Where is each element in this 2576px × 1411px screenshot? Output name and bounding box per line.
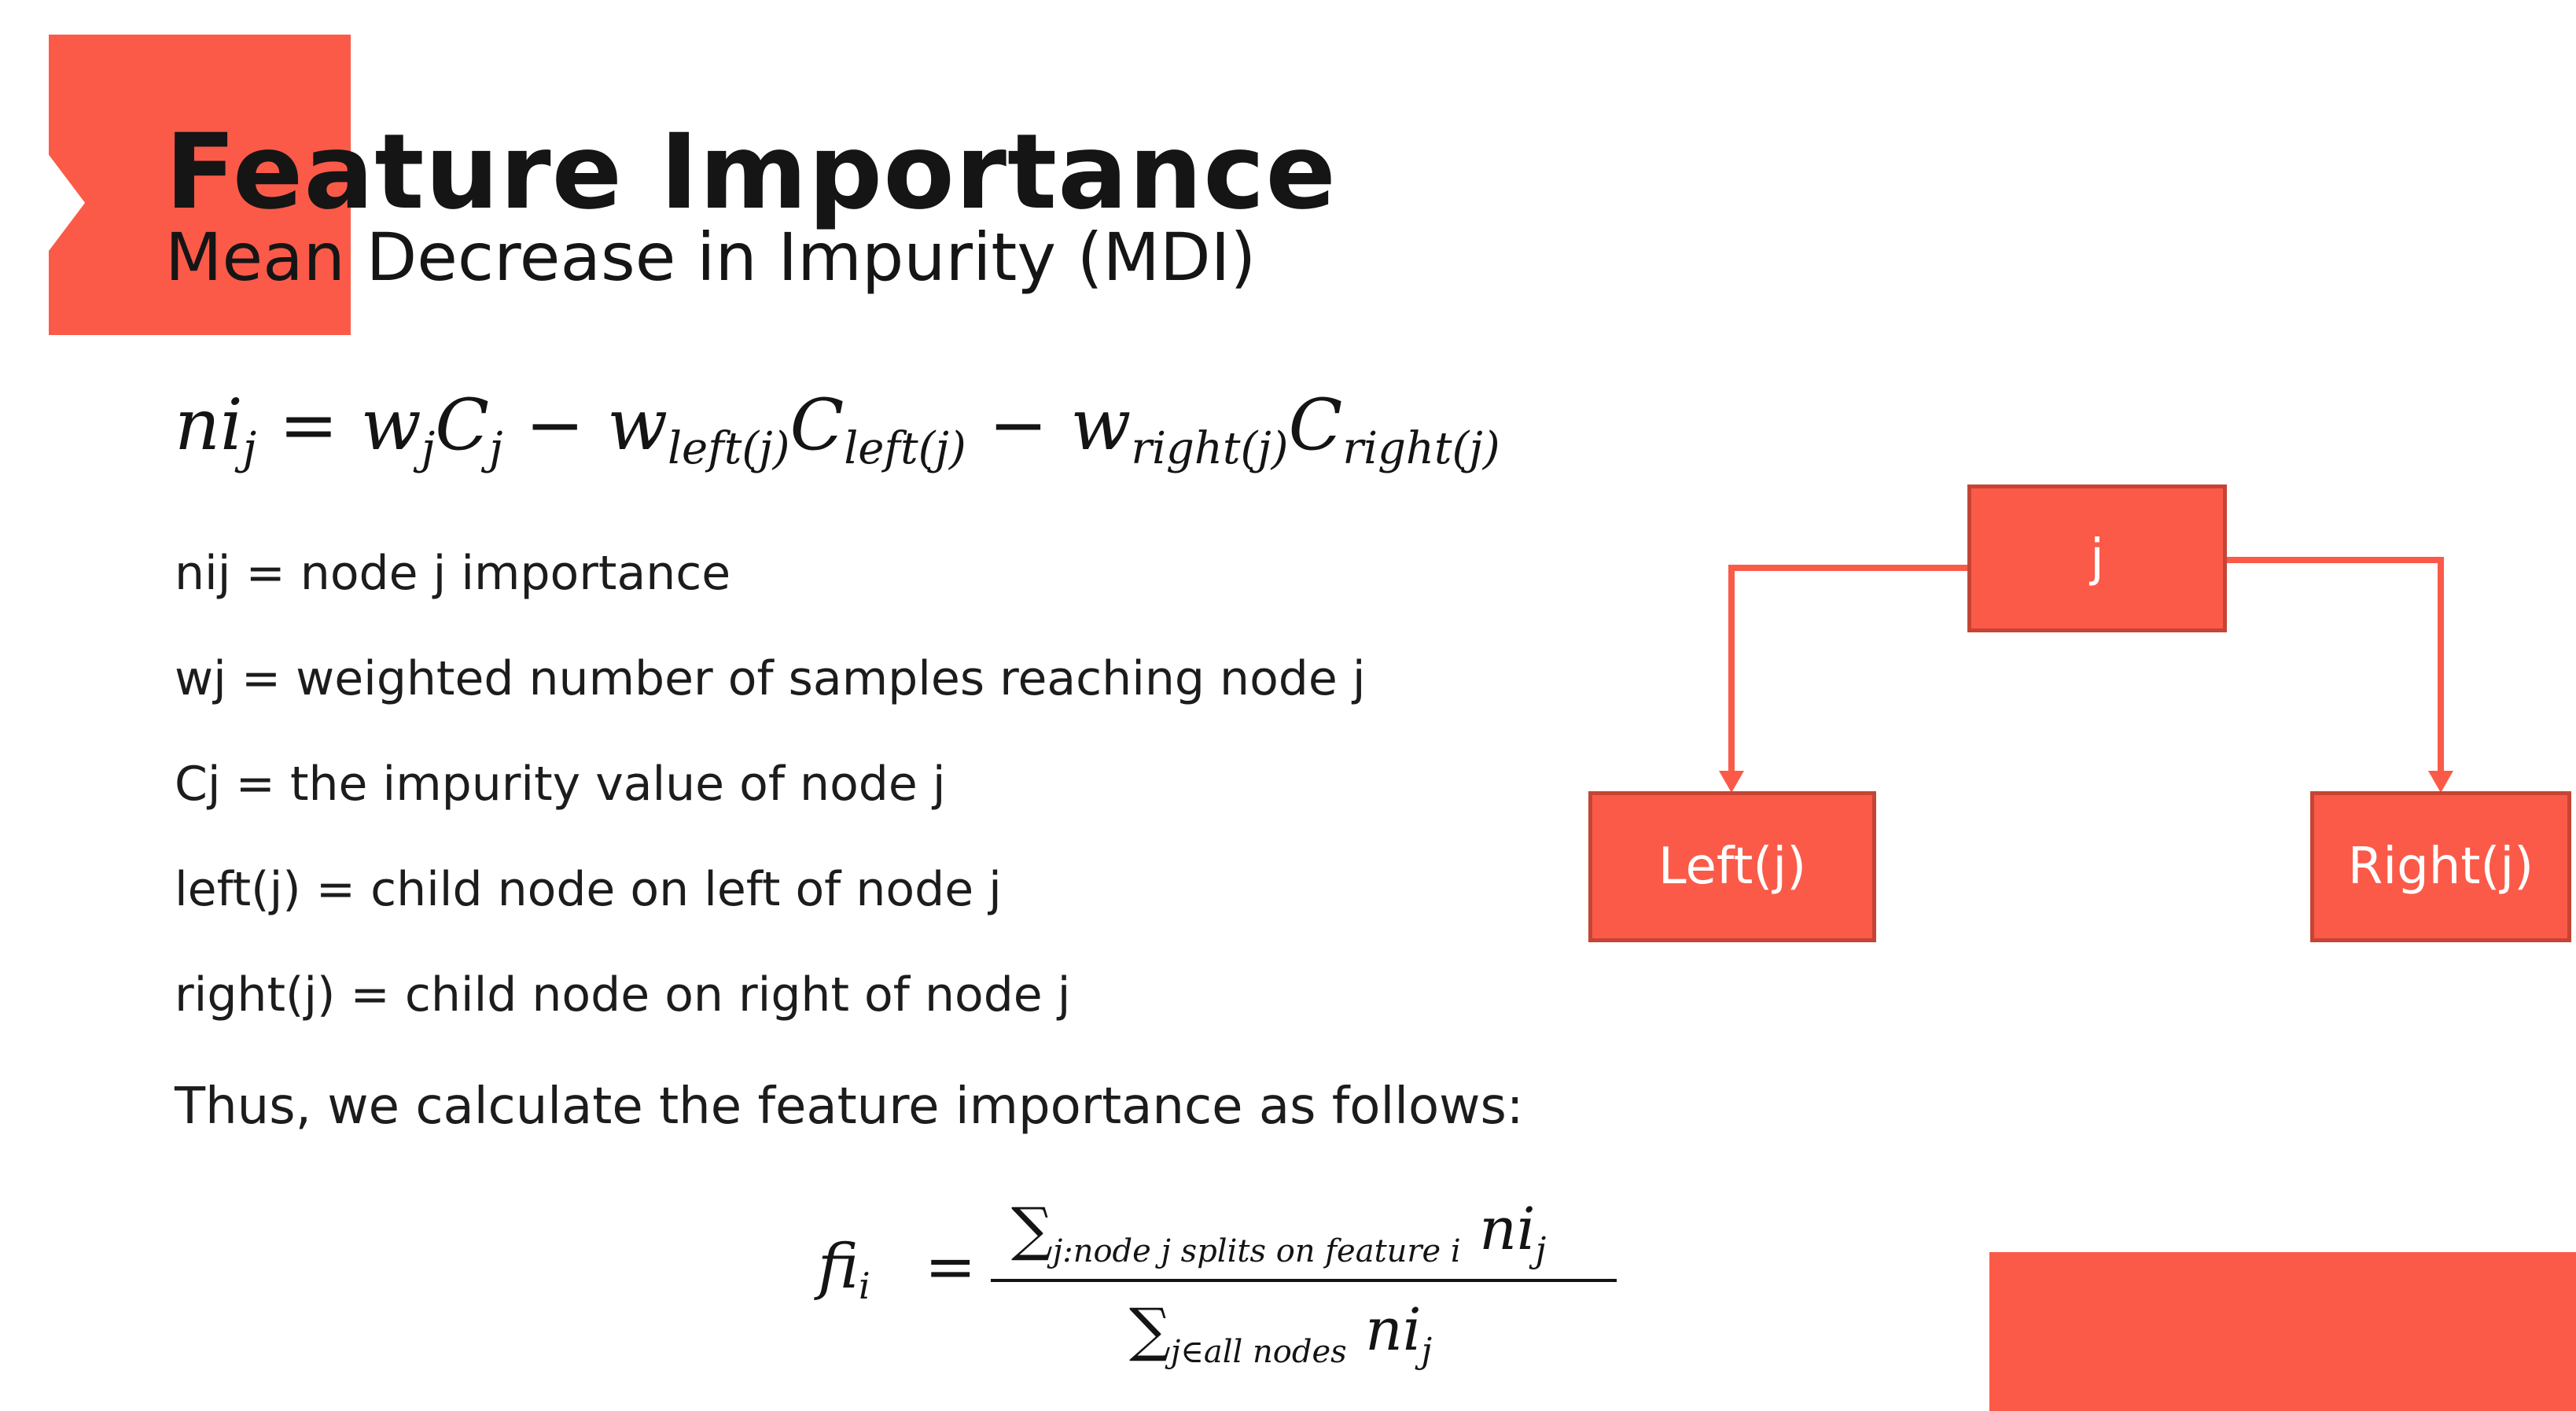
connector-right xyxy=(2227,557,2444,774)
tree-connectors xyxy=(1719,557,2453,793)
tree-node-right: Right(j) xyxy=(2310,791,2571,942)
arrowhead-left xyxy=(1719,771,1744,793)
arrowhead-right xyxy=(2428,771,2453,793)
tree-node-left: Left(j) xyxy=(1588,791,1876,942)
connector-left xyxy=(1728,565,1967,774)
tree-node-root: j xyxy=(1967,484,2227,632)
